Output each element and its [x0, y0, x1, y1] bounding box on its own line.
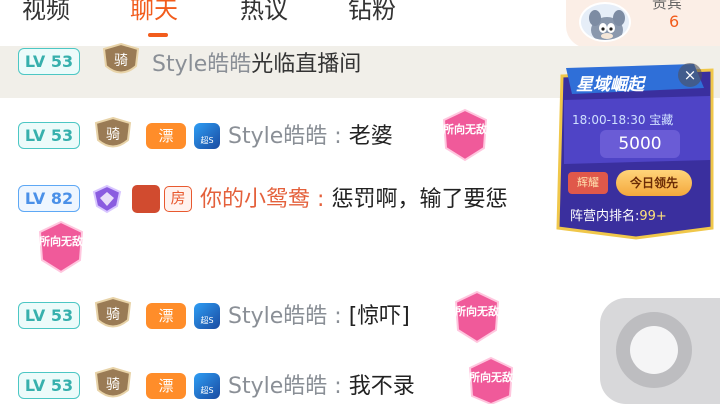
assistive-touch-button[interactable] — [600, 298, 720, 404]
tab-video[interactable]: 视频 — [22, 0, 70, 25]
super-s-badge: 超S — [194, 373, 220, 399]
sticker-text: 所向无敌 — [455, 305, 499, 318]
super-s-badge: 超S — [194, 303, 220, 329]
room-badge: 房 — [164, 186, 192, 212]
message-text: [惊吓] — [348, 304, 410, 329]
tab-chat[interactable]: 聊天 — [130, 0, 178, 25]
level-badge: LV 53 — [18, 122, 80, 149]
separator: : — [334, 124, 342, 149]
level-badge: LV 82 — [18, 185, 80, 212]
lead-status: 今日领先 — [616, 170, 692, 196]
top-tab-bar: 视频 聊天 热议 钻粉 贵宾 6 — [0, 0, 720, 48]
sender-nick[interactable]: Style皓皓 — [228, 304, 327, 329]
event-time: 18:00-18:30 宝藏 — [572, 113, 674, 127]
vip-count: 6 — [669, 12, 680, 31]
active-tab-indicator — [148, 33, 168, 37]
knight-badge-label: 骑 — [114, 53, 128, 69]
all-conquering-sticker: 所向无敌 — [466, 356, 516, 404]
gold-badge-icon — [132, 185, 160, 213]
drift-badge: 漂 — [146, 123, 186, 149]
event-title: 星域崛起 — [576, 75, 644, 95]
level-badge: LV 53 — [18, 372, 80, 399]
drift-badge: 漂 — [146, 373, 186, 399]
assistive-dot-icon — [630, 326, 678, 374]
avatar[interactable] — [579, 2, 631, 42]
message-text: 老婆 — [348, 124, 393, 149]
separator: : — [317, 187, 325, 212]
knight-shield-icon: 骑 — [102, 42, 140, 74]
super-s-badge: 超S — [194, 123, 220, 149]
knight-shield-icon: 骑 — [94, 366, 132, 398]
message-line: 你的小鸳鸯 : 惩罚啊，输了要惩 — [200, 181, 507, 213]
message-text: 我不录 — [348, 374, 415, 399]
glory-badge: 辉耀 — [568, 172, 608, 194]
message-line: Style皓皓 : 我不录 — [228, 368, 415, 400]
sticker-text: 所向无敌 — [469, 371, 513, 384]
tab-discussion[interactable]: 热议 — [240, 0, 288, 25]
treasure-amount: 5000 — [600, 130, 680, 158]
event-card[interactable]: 星域崛起 × 18:00-18:30 宝藏 5000 辉耀 今日领先 阵营内排名… — [554, 60, 720, 240]
rank-label: 阵营内排名: — [570, 209, 640, 224]
knight-shield-icon: 骑 — [94, 296, 132, 328]
message-line: Style皓皓 : [惊吓] — [228, 298, 410, 330]
sender-nick[interactable]: Style皓皓 — [228, 124, 327, 149]
purple-crest-icon — [92, 184, 122, 214]
knight-badge-label: 骑 — [106, 377, 120, 393]
knight-badge-label: 骑 — [106, 127, 120, 143]
vip-panel[interactable]: 贵宾 6 — [566, 0, 720, 48]
sticker-text: 所向无敌 — [443, 123, 487, 136]
level-badge: LV 53 — [18, 302, 80, 329]
rank-value: 99+ — [639, 209, 667, 224]
level-badge: LV 53 — [18, 48, 80, 75]
all-conquering-sticker: 所向无敌 — [36, 220, 86, 274]
close-icon[interactable]: × — [678, 63, 702, 87]
sticker-text: 所向无敌 — [39, 235, 83, 248]
camp-rank: 阵营内排名:99+ — [570, 205, 667, 224]
drift-badge: 漂 — [146, 303, 186, 329]
separator: : — [334, 374, 342, 399]
message-line: Style皓皓 : 老婆 — [228, 118, 393, 150]
knight-badge-label: 骑 — [106, 307, 120, 323]
welcome-message: Style皓皓光临直播间 — [152, 46, 361, 78]
tab-diamond-fans[interactable]: 钻粉 — [348, 0, 396, 25]
message-text: 惩罚啊，输了要惩 — [331, 187, 508, 212]
separator: : — [334, 304, 342, 329]
sender-nick[interactable]: Style皓皓 — [228, 374, 327, 399]
knight-shield-icon: 骑 — [94, 116, 132, 148]
welcome-text: 光临直播间 — [251, 52, 362, 77]
all-conquering-sticker: 所向无敌 — [440, 108, 490, 162]
welcome-nick[interactable]: Style皓皓 — [152, 52, 251, 77]
sender-nick[interactable]: 你的小鸳鸯 — [200, 187, 310, 212]
all-conquering-sticker: 所向无敌 — [452, 290, 502, 344]
